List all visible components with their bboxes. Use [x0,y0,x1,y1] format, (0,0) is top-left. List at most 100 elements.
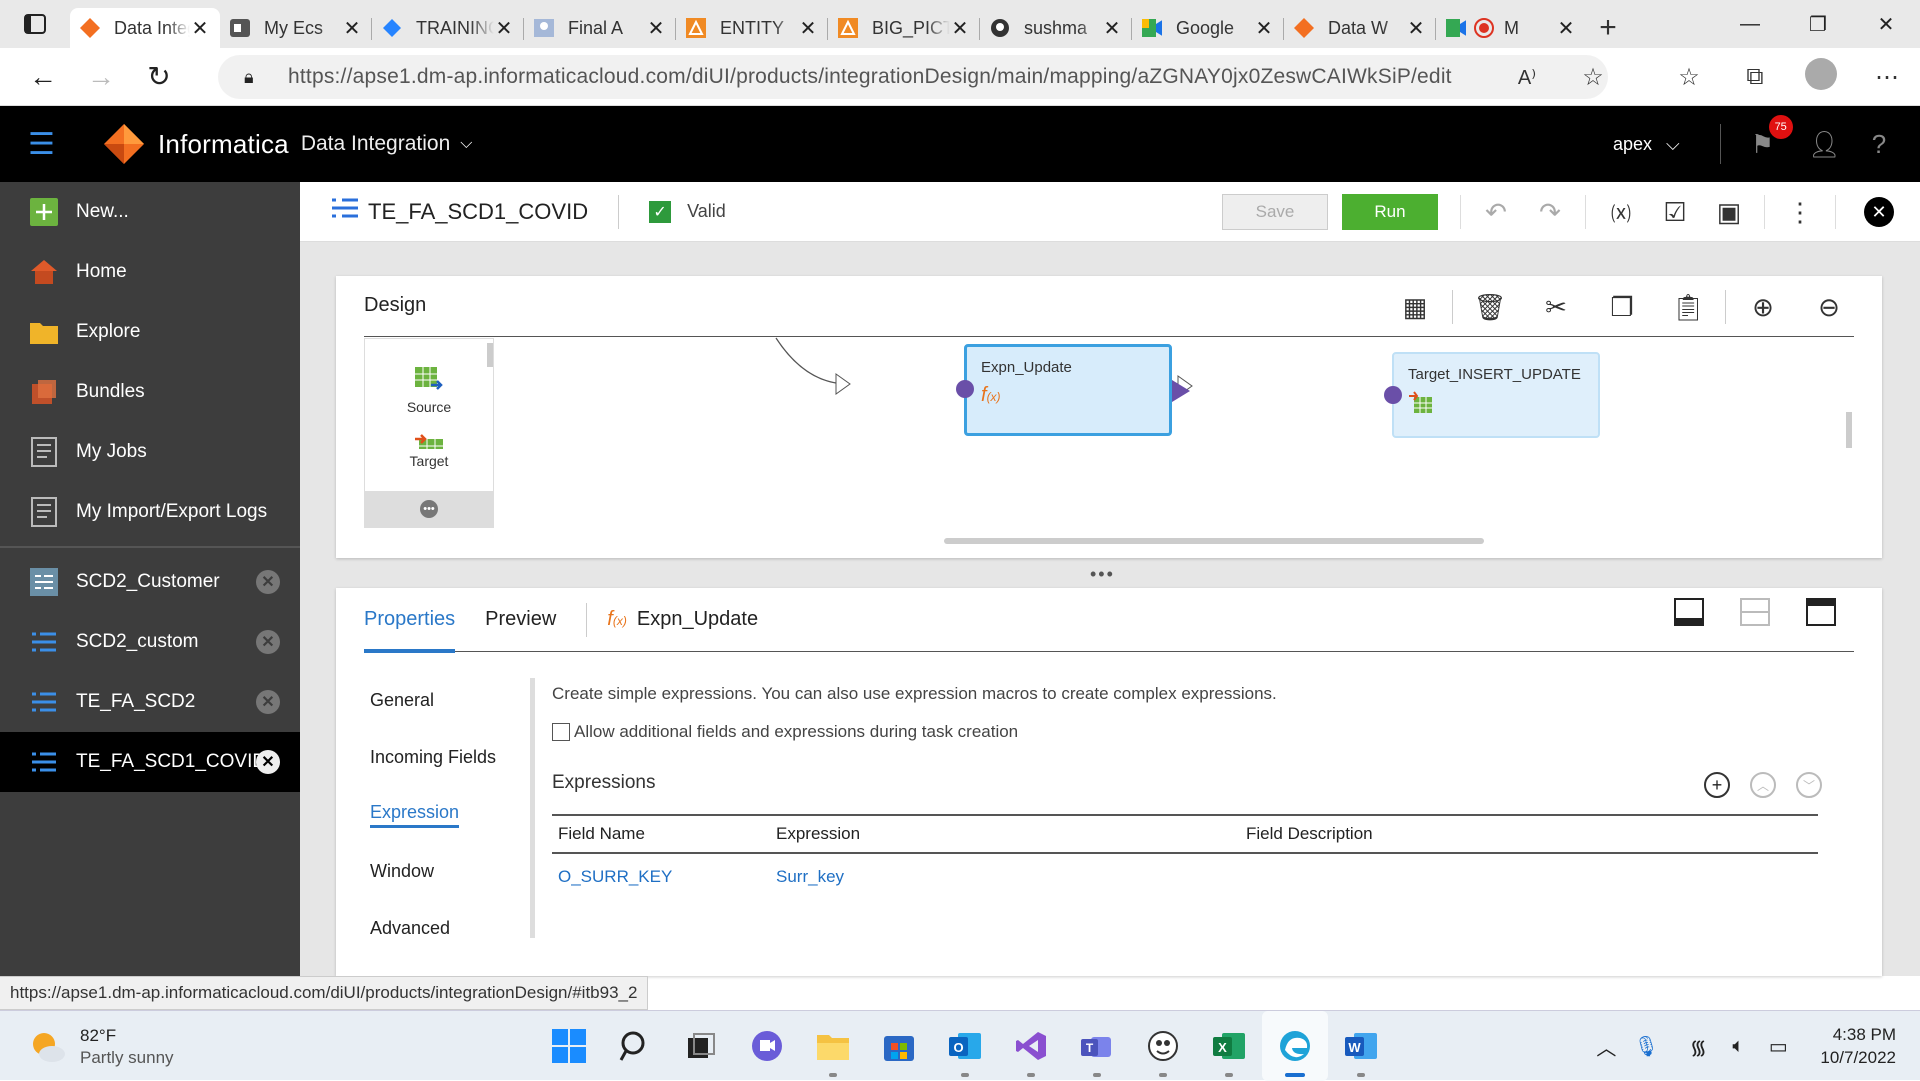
prop-nav-incoming-fields[interactable]: Incoming Fields [370,729,510,786]
field-name-cell[interactable]: O_SURR_KEY [552,867,776,887]
checkbox[interactable] [552,723,570,741]
tab-properties[interactable]: Properties [364,588,456,653]
browser-tab[interactable]: My Ecs ✕ [220,8,372,48]
layout-top-icon[interactable] [1788,598,1854,631]
expression-node[interactable]: Expn_Update f(x) [964,344,1172,436]
allow-additional-fields-checkbox[interactable]: Allow additional fields and expressions … [552,722,1018,742]
org-selector[interactable]: apex ⌵ [1613,134,1680,155]
browser-tab[interactable]: ENTITY ✕ [676,8,828,48]
open-tab-te-fa-scd1-covid[interactable]: TE_FA_SCD1_COVID ✕ [0,732,300,792]
menu-icon[interactable]: ☰ [28,127,70,162]
browser-tab[interactable]: M ✕ [1436,8,1586,48]
input-port[interactable] [1384,386,1402,404]
teams-icon[interactable]: T [1064,1011,1130,1081]
more-vertical-icon[interactable]: ⋮ [1773,197,1827,228]
browser-tab[interactable]: TRAINING ✕ [372,8,524,48]
close-tab-icon[interactable]: ✕ [190,16,210,41]
run-button[interactable]: Run [1342,194,1438,230]
output-port[interactable] [1172,380,1190,402]
mapping-name[interactable]: TE_FA_SCD1_COVID [368,199,588,225]
close-icon[interactable]: ✕ [256,630,280,654]
close-icon[interactable]: ✕ [256,690,280,714]
close-tab-icon[interactable]: ✕ [1102,16,1122,41]
close-tab-icon[interactable]: ✕ [494,16,514,41]
browser-tab[interactable]: Google ✕ [1132,8,1284,48]
outlook-icon[interactable]: O [932,1011,998,1081]
parameters-icon[interactable]: ⒳ [1594,198,1648,227]
new-tab-icon[interactable]: + [1586,8,1630,48]
sidebar-item-explore[interactable]: Explore [0,302,300,362]
vertical-scrollbar[interactable] [1846,412,1852,448]
sidebar-item-import-export-logs[interactable]: My Import/Export Logs [0,482,300,542]
app-icon[interactable] [1130,1011,1196,1081]
user-icon[interactable]: 👤︎ [1808,129,1841,160]
redo-icon[interactable]: ↷ [1523,197,1577,228]
prop-nav-general[interactable]: General [370,672,510,729]
prop-nav-window[interactable]: Window [370,843,510,900]
weather-widget[interactable]: 82°F Partly sunny [30,1025,174,1069]
notifications-icon[interactable]: ⚑ 75 [1751,114,1793,160]
start-icon[interactable] [536,1011,602,1081]
avatar[interactable] [1788,57,1854,97]
lock-icon[interactable]: 🔒︎ [244,67,274,88]
add-expression-icon[interactable]: + [1704,772,1730,798]
close-icon[interactable]: ✕ [256,570,280,594]
sidebar-item-my-jobs[interactable]: My Jobs [0,422,300,482]
open-tab-te-fa-scd2[interactable]: TE_FA_SCD2 ✕ [0,672,300,732]
file-explorer-icon[interactable] [800,1011,866,1081]
excel-icon[interactable]: X [1196,1011,1262,1081]
vertical-scrollbar[interactable] [530,678,535,938]
layout-split-icon[interactable] [1722,598,1788,631]
chevron-down-icon[interactable]: ⌵ [460,135,472,153]
sidebar-item-home[interactable]: Home [0,242,300,302]
sidebar-item-new[interactable]: New... [0,182,300,242]
word-icon[interactable]: W [1328,1011,1394,1081]
close-tab-icon[interactable]: ✕ [646,16,666,41]
browser-tab[interactable]: BIG_PICTURE ✕ [828,8,980,48]
read-aloud-icon[interactable]: A⁾ [1494,65,1560,90]
collections-icon[interactable]: ⧉ [1722,63,1788,91]
back-icon[interactable]: ← [14,48,72,106]
minimize-icon[interactable]: — [1716,0,1784,48]
store-icon[interactable] [866,1011,932,1081]
close-tab-icon[interactable]: ✕ [950,16,970,41]
favorites-icon[interactable]: ☆ [1656,63,1722,92]
wifi-icon[interactable]: ᯾ [1678,1033,1718,1060]
browser-tab[interactable]: Final A ✕ [524,8,676,48]
task-view-icon[interactable] [668,1011,734,1081]
tab-preview[interactable]: Preview [485,588,556,652]
prop-nav-expression[interactable]: Expression [370,786,510,843]
close-mapping-icon[interactable]: ✕ [1864,197,1894,227]
close-window-icon[interactable]: ✕ [1852,0,1920,48]
close-tab-icon[interactable]: ✕ [1406,16,1426,41]
open-tab-scd2-customer[interactable]: SCD2_Customer ✕ [0,552,300,612]
refresh-icon[interactable]: ↻ [130,48,188,106]
browser-tab[interactable]: Data W ✕ [1284,8,1436,48]
restore-icon[interactable]: ❐ [1784,0,1852,48]
forward-icon[interactable]: → [72,48,130,106]
visual-studio-icon[interactable] [998,1011,1064,1081]
volume-icon[interactable]: 🔈︎ [1718,1035,1758,1058]
show-hidden-icons-icon[interactable]: ︿ [1586,1032,1626,1061]
close-tab-icon[interactable]: ✕ [342,16,362,41]
browser-tab[interactable]: sushma ✕ [980,8,1132,48]
add-favorite-icon[interactable]: ☆ [1560,63,1626,92]
test-icon[interactable]: ▣ [1702,197,1756,228]
validate-icon[interactable]: ☑ [1648,197,1702,228]
tab-actions-icon[interactable] [0,0,70,48]
undo-icon[interactable]: ↶ [1469,197,1523,228]
microphone-icon[interactable]: 🎙︎ [1626,1034,1666,1059]
horizontal-scrollbar[interactable] [944,538,1484,544]
expression-cell[interactable]: Surr_key [776,867,1246,887]
battery-icon[interactable]: ▭ [1758,1034,1798,1059]
panel-splitter-handle[interactable]: ••• [1090,564,1115,585]
save-button[interactable]: Save [1222,194,1328,230]
close-tab-icon[interactable]: ✕ [1254,16,1274,41]
chat-icon[interactable] [734,1011,800,1081]
open-tab-scd2-custom[interactable]: SCD2_custom ✕ [0,612,300,672]
layout-bottom-icon[interactable] [1656,598,1722,631]
move-down-icon[interactable]: ﹀ [1796,772,1822,798]
browser-tab-data-integration[interactable]: Data Integration ✕ [70,8,220,48]
search-icon[interactable] [602,1011,668,1081]
sidebar-item-bundles[interactable]: Bundles [0,362,300,422]
